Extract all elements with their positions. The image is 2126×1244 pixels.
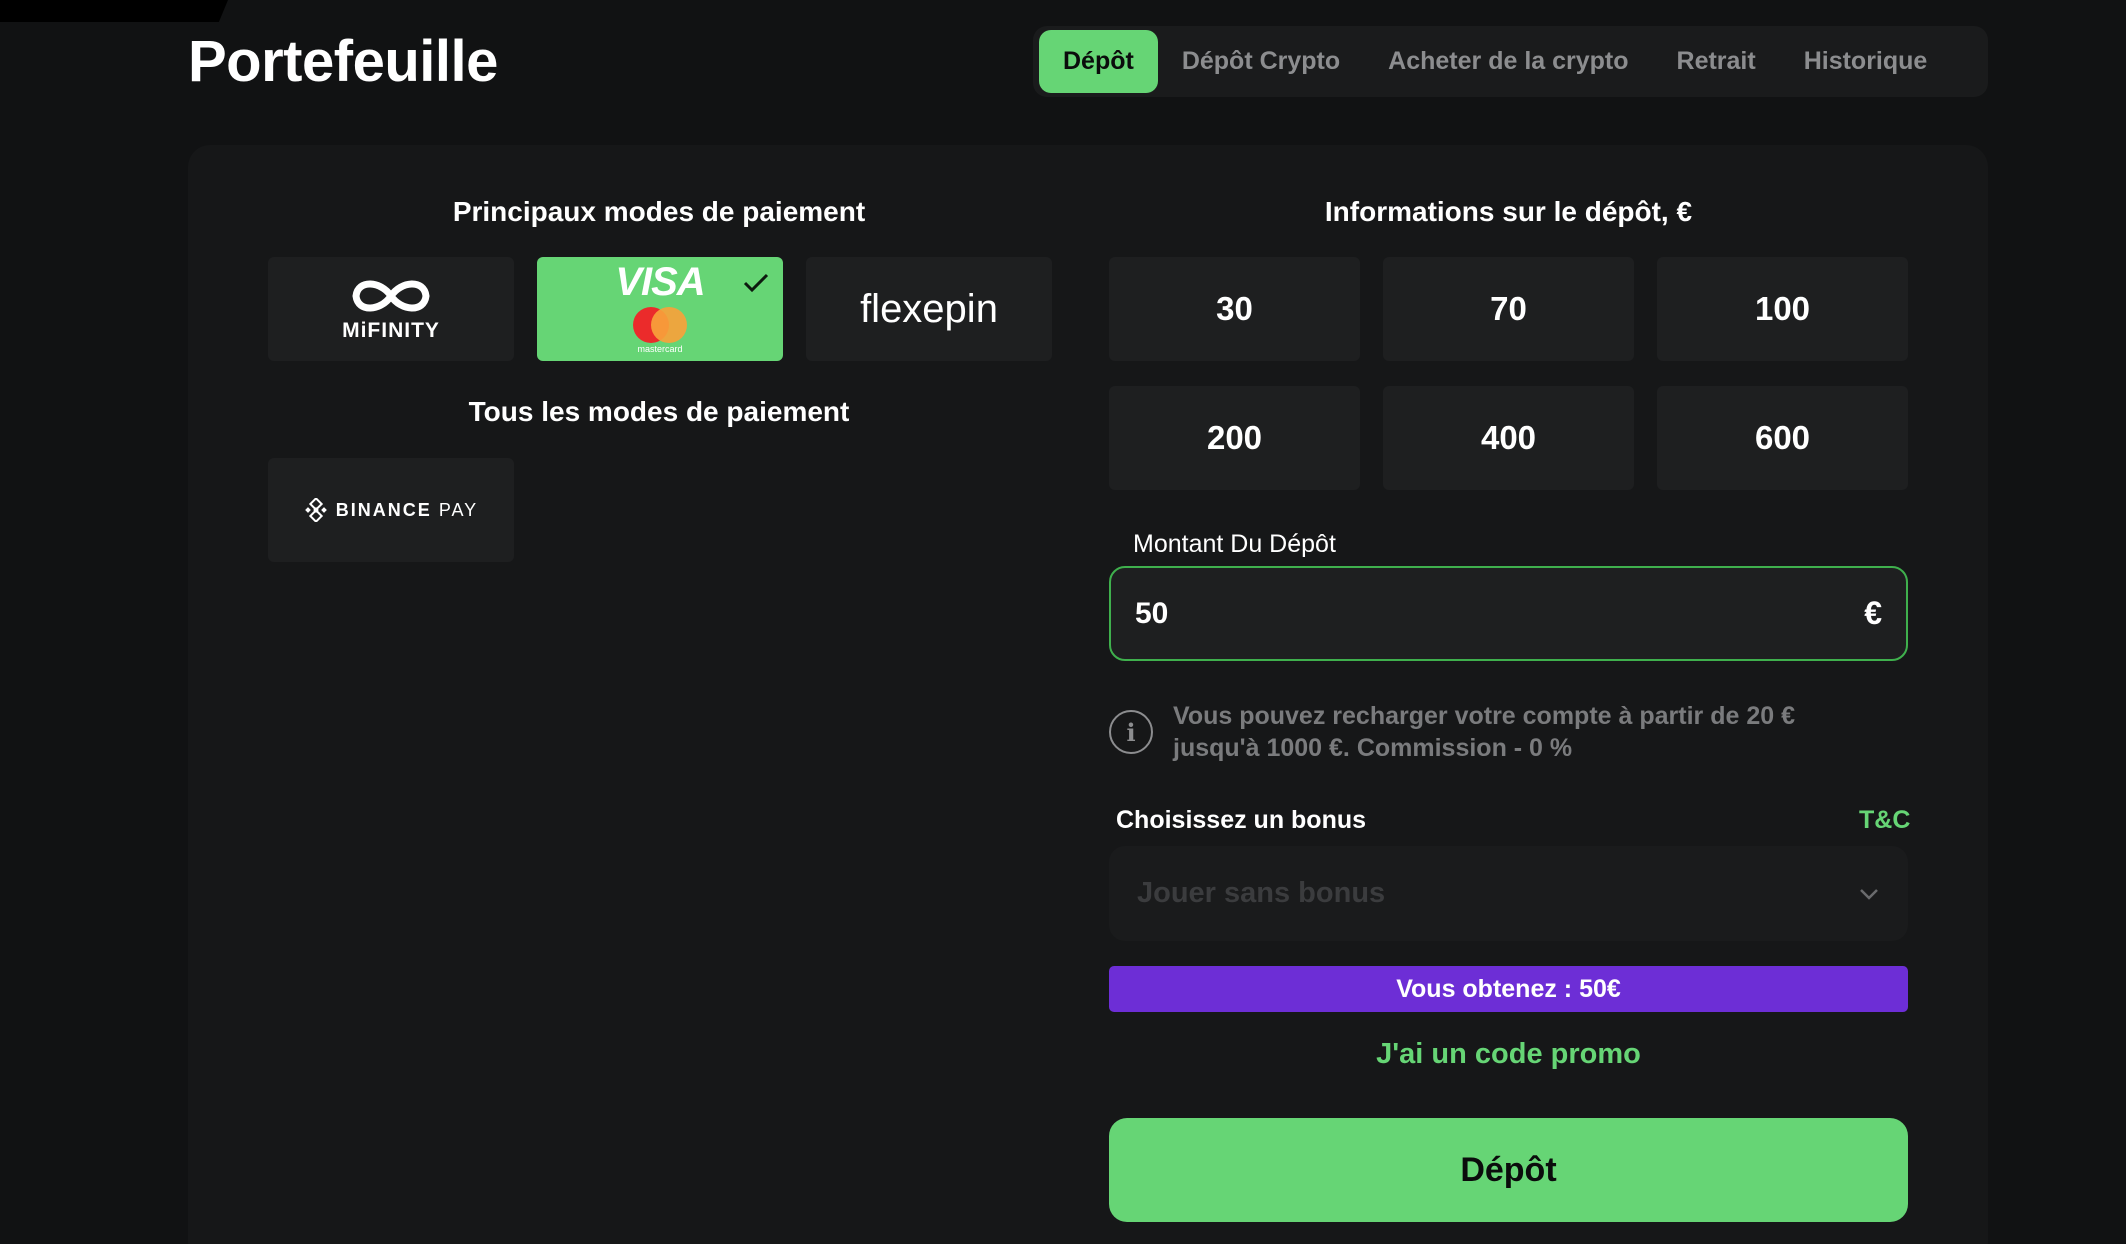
payment-method-binance-pay[interactable]: BINANCE PAY [268,458,514,562]
payment-method-flexepin[interactable]: flexepin [806,257,1052,361]
wallet-tabs: Dépôt Dépôt Crypto Acheter de la crypto … [1033,26,1988,97]
bonus-select-value: Jouer sans bonus [1137,877,1386,909]
main-payment-heading: Principaux modes de paiement [452,196,866,227]
deposit-limits-text: Vous pouvez recharger votre compte à par… [1173,702,1795,762]
visa-label: VISA [615,259,705,304]
binance-icon [304,498,327,522]
deposit-amount-field: € [1109,566,1908,661]
tab-depot[interactable]: Dépôt [1039,30,1158,93]
amount-option-600[interactable]: 600 [1657,386,1908,490]
tab-depot-crypto[interactable]: Dépôt Crypto [1158,30,1364,93]
all-payment-heading: Tous les modes de paiement [468,396,850,427]
bonus-label: Choisissez un bonus [1116,806,1367,834]
amount-option-100[interactable]: 100 [1657,257,1908,361]
amount-option-400[interactable]: 400 [1383,386,1634,490]
deposit-amount-label: Montant Du Dépôt [1133,530,1336,558]
currency-symbol: € [1864,595,1882,631]
bonus-select[interactable]: Jouer sans bonus [1109,846,1908,941]
deposit-info-heading: Informations sur le dépôt, € [1324,196,1693,227]
page-title: Portefeuille [188,29,498,94]
mastercard-label: mastercard [637,343,683,354]
binance-label: BINANCE PAY [335,499,479,520]
wallet-page: Portefeuille Dépôt Dépôt Crypto Acheter … [0,0,2126,1244]
chevron-down-icon [1860,888,1878,900]
infinity-icon [352,280,430,312]
amount-option-200[interactable]: 200 [1109,386,1360,490]
amount-option-30[interactable]: 30 [1109,257,1360,361]
tab-acheter-crypto[interactable]: Acheter de la crypto [1364,30,1652,93]
amount-option-70[interactable]: 70 [1383,257,1634,361]
flexepin-label: flexepin [860,286,998,331]
corner-decoration [0,0,228,22]
promo-code-link[interactable]: J'ai un code promo [1109,1038,1908,1071]
info-icon: i [1109,710,1153,754]
tab-retrait[interactable]: Retrait [1653,30,1780,93]
mifinity-label: MiFINITY [342,319,440,342]
mastercard-icon [629,305,691,345]
bonus-gain-banner: Vous obtenez : 50€ [1109,966,1908,1012]
deposit-limits-info: i Vous pouvez recharger votre compte à p… [1109,700,1909,764]
payment-method-mifinity[interactable]: MiFINITY [268,257,514,361]
payment-method-visa-mastercard[interactable]: VISA mastercard [537,257,783,361]
deposit-submit-button[interactable]: Dépôt [1109,1118,1908,1222]
deposit-amount-input[interactable] [1135,596,1865,631]
tab-historique[interactable]: Historique [1780,30,1952,93]
terms-link[interactable]: T&C [1859,806,1910,835]
check-icon [743,269,769,301]
